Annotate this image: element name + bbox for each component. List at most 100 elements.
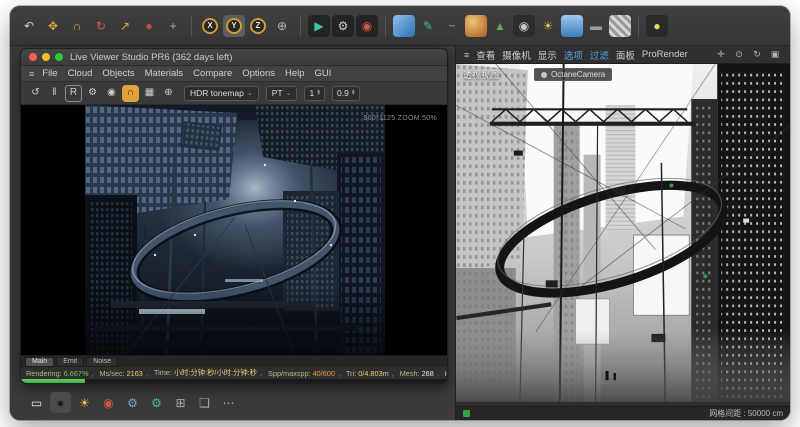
interactive-render-button[interactable]: ◉ — [356, 15, 378, 37]
vp-menu-display[interactable]: 显示 — [538, 48, 557, 62]
minimize-button[interactable] — [42, 53, 50, 61]
axis-x-button[interactable]: X — [199, 15, 221, 37]
vp-menu-cameras[interactable]: 摄像机 — [502, 48, 531, 62]
cube-primitive-icon[interactable] — [393, 15, 415, 37]
status-spp-value: 40/600 — [313, 369, 335, 378]
pause-render-icon[interactable]: ‖ — [46, 85, 63, 102]
node-editor-icon[interactable]: ⚙ — [146, 392, 167, 413]
lv-menu-objects[interactable]: Objects — [102, 68, 134, 79]
status-rendering-label: Rendering: — [26, 369, 62, 378]
viewport-render-image[interactable] — [456, 64, 790, 406]
vp-menu-view[interactable]: 查看 — [476, 48, 495, 62]
lv-menu-options[interactable]: Options — [242, 68, 275, 79]
tonemap-dropdown[interactable]: HDR tonemap ⌄ — [184, 86, 259, 101]
stepper-down-icon[interactable]: ▾ — [317, 93, 320, 96]
samples-field[interactable]: 1 ▴▾ — [304, 86, 325, 101]
render-progress-fill — [21, 379, 85, 384]
selection-tool-icon[interactable]: ● — [138, 15, 160, 37]
live-viewer-titlebar[interactable]: Live Viewer Studio PR6 (362 days left) — [21, 49, 447, 66]
vp-zoom-icon[interactable]: ⊙ — [732, 48, 746, 62]
vp-menu-prorender[interactable]: ProRender — [642, 49, 688, 60]
lv-menu-cloud[interactable]: Cloud — [68, 68, 93, 79]
render-view-button-glyph: ▶ — [314, 20, 323, 32]
status-tri-label: Tri: — [346, 369, 356, 378]
magnet-tool-icon[interactable]: ∩ — [66, 15, 88, 37]
light-object-icon[interactable]: ☀ — [537, 15, 559, 37]
coordinate-system-icon[interactable]: ⊕ — [271, 15, 293, 37]
status-hair-label: Hair: — [445, 369, 447, 378]
camera-sync-icon[interactable]: ◉ — [103, 85, 120, 102]
render-area[interactable]: 900*1125 ZOOM:50% — [21, 105, 447, 355]
restart-render-icon[interactable]: ↺ — [27, 85, 44, 102]
add-object-icon-glyph: + — [169, 20, 176, 32]
lv-menu-gui[interactable]: GUI — [315, 68, 332, 79]
viewport-canvas[interactable]: 透视视图 OctaneCamera — [456, 64, 790, 406]
layers-icon[interactable]: ❏ — [194, 392, 215, 413]
selection-tool-icon-glyph: ● — [145, 20, 152, 32]
render-settings-button[interactable]: ⚙ — [332, 15, 354, 37]
lv-toolbar-icons: ↺ ‖ R⚙◉∩▦⊕ — [27, 85, 177, 102]
floor-object-icon[interactable]: ▬ — [585, 15, 607, 37]
region-render-button[interactable]: R — [65, 85, 82, 102]
view-label[interactable]: 透视视图 — [463, 68, 499, 81]
light-bulb-icon[interactable]: ● — [646, 15, 668, 37]
render-view-button[interactable]: ▶ — [308, 15, 330, 37]
layout-panel-icon[interactable]: ▭ — [26, 392, 47, 413]
settings-icon[interactable]: ⚙ — [84, 85, 101, 102]
focus-picker-icon[interactable]: ⊕ — [160, 85, 177, 102]
spline-tool-icon[interactable]: ~ — [441, 15, 463, 37]
picture-viewer-icon[interactable]: ▦ — [141, 85, 158, 102]
vp-rotate-icon[interactable]: ↻ — [750, 48, 764, 62]
sky-object-icon[interactable] — [561, 15, 583, 37]
more-icon[interactable]: ⋯ — [218, 392, 239, 413]
vp-menu-options[interactable]: 选项 — [564, 48, 583, 62]
lv-menu-materials[interactable]: Materials — [145, 68, 184, 79]
lv-menu-file[interactable]: File — [42, 68, 57, 79]
lv-statusbar: Rendering:6.667%Ms/sec:2163Time:小时:分钟:秒/… — [21, 367, 447, 379]
restart-render-icon-glyph: ↺ — [31, 88, 39, 98]
status-rendering-value: 6.667% — [64, 369, 89, 378]
sun-light-icon[interactable]: ☀ — [74, 392, 95, 413]
scale-tool-icon[interactable]: ↗ — [114, 15, 136, 37]
tab-noise[interactable]: Noise — [86, 357, 118, 367]
axis-x-button-glyph: X — [202, 18, 218, 34]
add-object-icon[interactable]: + — [162, 15, 184, 37]
stepper-down-icon[interactable]: ▾ — [352, 93, 355, 96]
vp-maximize-icon[interactable]: ▣ — [768, 48, 782, 62]
lv-menu-icon[interactable]: ≡ — [29, 69, 34, 79]
camera-object-icon[interactable]: ◉ — [513, 15, 535, 37]
zoom-button[interactable] — [55, 53, 63, 61]
lv-menu-help[interactable]: Help — [285, 68, 305, 79]
sphere-primitive-icon[interactable] — [465, 15, 487, 37]
vp-menu-panel[interactable]: 面板 — [616, 48, 635, 62]
pen-tool-icon[interactable]: ✎ — [417, 15, 439, 37]
live-render-image[interactable] — [85, 105, 385, 355]
objects-grid-icon[interactable]: ⊞ — [170, 392, 191, 413]
vp-menu-icon[interactable]: ≡ — [464, 50, 469, 60]
exposure-field[interactable]: 0.9 ▴▾ — [332, 86, 360, 101]
lv-menu-compare[interactable]: Compare — [193, 68, 232, 79]
rotate-tool-icon[interactable]: ↻ — [90, 15, 112, 37]
undo-icon[interactable]: ↶ — [18, 15, 40, 37]
axis-y-button[interactable]: Y — [223, 15, 245, 37]
pause-render-icon-glyph: ‖ — [52, 88, 56, 98]
lock-resolution-icon[interactable]: ∩ — [122, 85, 139, 102]
landscape-icon[interactable]: ▲ — [489, 15, 511, 37]
octane-camera-icon[interactable]: ◉ — [98, 392, 119, 413]
tab-main[interactable]: Main — [25, 357, 54, 367]
close-button[interactable] — [29, 53, 37, 61]
camera-selector[interactable]: OctaneCamera — [534, 68, 612, 81]
octane-settings-icon[interactable]: ⚙ — [122, 392, 143, 413]
samples-stepper[interactable]: ▴▾ — [317, 90, 320, 97]
vp-menu-filter[interactable]: 过滤 — [590, 48, 609, 62]
material-ball-icon[interactable]: ● — [50, 392, 71, 413]
tab-emit[interactable]: Emit — [56, 357, 84, 367]
vp-pan-icon[interactable]: ✛ — [714, 48, 728, 62]
move-tool-icon[interactable]: ✥ — [42, 15, 64, 37]
exposure-stepper[interactable]: ▴▾ — [352, 90, 355, 97]
axis-z-button[interactable]: Z — [247, 15, 269, 37]
camera-object-icon-glyph: ◉ — [519, 20, 529, 32]
more-icon-glyph: ⋯ — [223, 397, 235, 409]
material-icon[interactable] — [609, 15, 631, 37]
kernel-dropdown[interactable]: PT ⌄ — [266, 86, 298, 101]
